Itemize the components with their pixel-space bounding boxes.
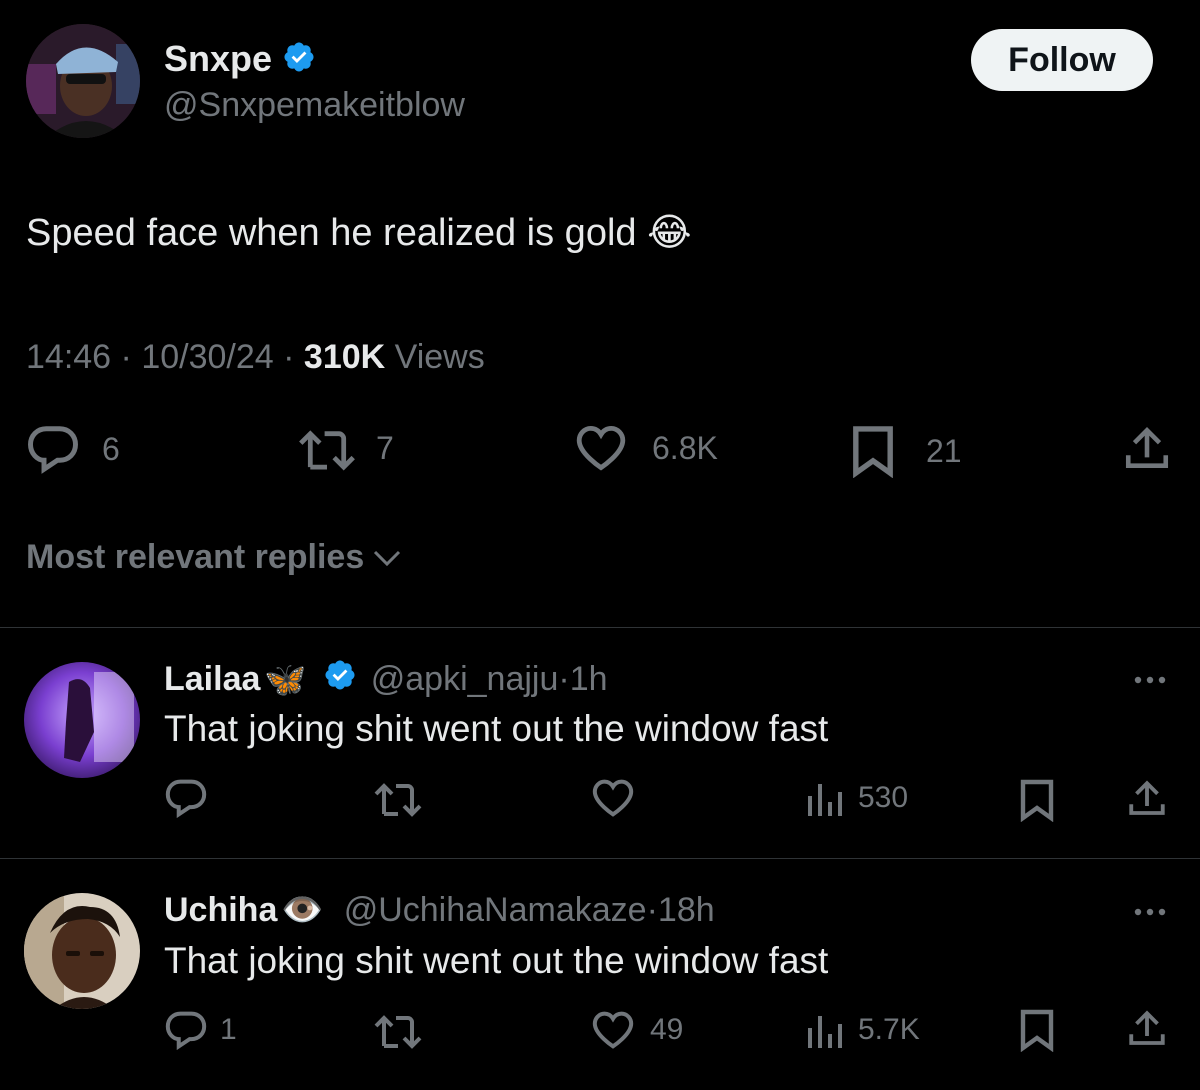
share-action[interactable] [1122, 424, 1172, 474]
tweet-time[interactable]: 14:46 [26, 338, 111, 376]
laughing-emoji: 😂 [647, 212, 692, 254]
reply-icon [26, 424, 80, 474]
reply-bookmark-action[interactable] [1018, 778, 1056, 822]
views-count[interactable]: 310K [304, 338, 385, 376]
bookmark-count: 21 [926, 432, 962, 469]
reply-avatar[interactable] [24, 893, 140, 1009]
heart-icon [574, 424, 628, 472]
reply-share-action[interactable] [1126, 778, 1168, 820]
author-avatar[interactable] [26, 24, 140, 138]
reply-icon [164, 1010, 208, 1050]
butterfly-emoji: 🦋 [264, 660, 307, 699]
heart-icon [590, 778, 636, 818]
replies-sort[interactable]: Most relevant replies [26, 538, 402, 577]
reply-views-count: 530 [858, 781, 909, 814]
divider [0, 627, 1200, 628]
reply-repost-action[interactable] [372, 778, 424, 818]
repost-count: 7 [376, 429, 394, 466]
tweet-metadata: 14:46 · 10/30/24 · 310K Views [26, 338, 485, 377]
reply-count: 6 [102, 430, 120, 467]
share-icon [1126, 1008, 1168, 1050]
reply-text: That joking shit went out the window fas… [164, 708, 829, 749]
share-icon [1122, 424, 1172, 474]
avatar-image [24, 893, 140, 1009]
reply-reply-count: 1 [220, 1013, 237, 1046]
views-label: Views [394, 338, 485, 376]
replies-sort-label: Most relevant replies [26, 538, 365, 576]
repost-icon [372, 1010, 424, 1050]
reply-icon [164, 778, 208, 818]
reply-handle[interactable]: @apki_najju [371, 660, 559, 699]
reply-avatar[interactable] [24, 662, 140, 778]
reply-views-action[interactable]: 5.7K [804, 1010, 920, 1050]
reply-handle[interactable]: @UchihaNamakaze [344, 891, 647, 930]
bookmark-icon [1018, 778, 1056, 822]
reply-author-name[interactable]: Uchiha [164, 891, 277, 930]
separator-dot: · [283, 338, 304, 376]
repost-action[interactable]: 7 [296, 424, 394, 472]
reply-action[interactable]: 6 [26, 424, 120, 474]
separator-dot: · [646, 890, 658, 929]
avatar-image [26, 24, 140, 138]
heart-icon [590, 1010, 636, 1050]
tweet-text: Speed face when he realized is gold 😂 [26, 210, 692, 255]
reply-like-count: 49 [650, 1013, 684, 1046]
separator-dot: · [120, 338, 142, 376]
reply-age[interactable]: 18h [658, 891, 715, 930]
avatar-image [24, 662, 140, 778]
separator-dot: · [558, 660, 570, 698]
tweet-date[interactable]: 10/30/24 [141, 338, 273, 376]
reply-like-action[interactable]: 49 [590, 1010, 683, 1050]
chevron-down-icon [372, 547, 402, 569]
more-options-icon[interactable] [1130, 902, 1170, 922]
like-action[interactable]: 6.8K [574, 424, 718, 472]
reply-bookmark-action[interactable] [1018, 1008, 1056, 1052]
reply-age[interactable]: 1h [570, 660, 608, 699]
tweet-text-body: Speed face when he realized is gold [26, 212, 637, 254]
reply-reply-action[interactable]: 1 [164, 1010, 237, 1050]
views-icon [804, 1010, 844, 1050]
like-count: 6.8K [652, 429, 718, 466]
eye-emoji: 👁️ [281, 891, 324, 929]
more-options-icon[interactable] [1130, 670, 1170, 690]
bookmark-icon [1018, 1008, 1056, 1052]
follow-button[interactable]: Follow [971, 29, 1153, 91]
reply-text: That joking shit went out the window fas… [164, 940, 829, 981]
reply-author-name[interactable]: Lailaa [164, 660, 260, 699]
repost-icon [296, 424, 358, 472]
bookmark-action[interactable]: 21 [850, 424, 962, 478]
author-name[interactable]: Snxpe [164, 38, 272, 80]
reply-views-action[interactable]: 530 [804, 778, 908, 818]
share-icon [1126, 778, 1168, 820]
divider [0, 858, 1200, 859]
bookmark-icon [850, 424, 896, 478]
reply-reply-action[interactable] [164, 778, 208, 818]
repost-icon [372, 778, 424, 818]
reply-views-count: 5.7K [858, 1013, 920, 1046]
verified-icon [323, 658, 357, 701]
author-handle[interactable]: @Snxpemakeitblow [164, 86, 465, 125]
reply-repost-action[interactable] [372, 1010, 424, 1050]
views-icon [804, 778, 844, 818]
reply-share-action[interactable] [1126, 1008, 1168, 1050]
reply-like-action[interactable] [590, 778, 636, 818]
verified-icon [282, 40, 316, 79]
